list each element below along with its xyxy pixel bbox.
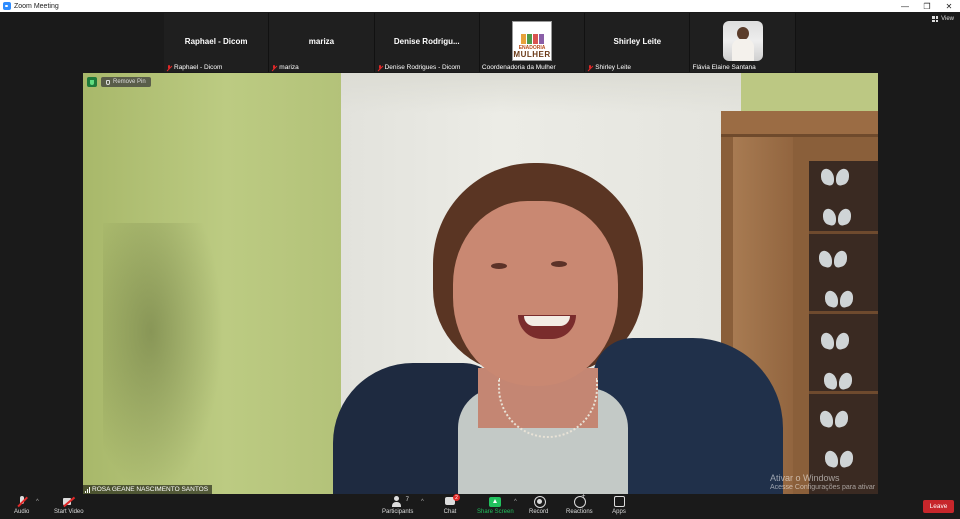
audio-options-caret[interactable]: ^ (36, 499, 39, 505)
record-label: Record (529, 509, 549, 515)
close-button[interactable]: ✕ (938, 0, 960, 12)
share-options-caret[interactable]: ^ (514, 499, 517, 505)
remove-pin-label: Remove Pin (113, 79, 146, 85)
participant-label: Denise Rodrigues - Dicom (377, 64, 461, 71)
shield-icon (87, 77, 97, 87)
participants-button[interactable]: 7 Participants (382, 496, 413, 515)
participant-tile[interactable]: mariza mariza (269, 13, 375, 72)
meeting-toolbar: Audio ^ Start Video 7 Participants ^ 2 C… (0, 493, 960, 519)
participant-label: Shirley Leite (587, 64, 631, 71)
audio-button[interactable]: Audio (14, 496, 29, 515)
share-screen-label: Share Screen (477, 509, 514, 515)
remove-pin-button[interactable]: Remove Pin (101, 77, 151, 87)
participant-tile[interactable]: ENADORIA MULHER Coordenadoria da Mulher (479, 13, 586, 72)
participant-tile[interactable]: Shirley Leite Shirley Leite (585, 13, 691, 72)
participant-name: Flávia Elaine Santana (692, 64, 756, 71)
speaker-name: ROSA GEANE NASCIMENTO SANTOS (92, 486, 209, 493)
camera-off-icon (62, 496, 76, 508)
participant-display-name: Denise Rodrigu... (393, 37, 460, 46)
title-bar: Zoom Meeting — ❐ ✕ (0, 0, 960, 12)
main-video: Remove Pin ROSA GEANE NASCIMENTO SANTOS … (83, 73, 878, 494)
participant-label: mariza (271, 64, 299, 71)
participants-label: Participants (382, 509, 414, 515)
chat-badge: 2 (453, 494, 460, 501)
apps-icon (612, 496, 626, 508)
chat-label: Chat (443, 509, 457, 515)
participant-name: Coordenadoria da Mulher (481, 64, 556, 71)
participant-tile[interactable]: Raphael - Dicom Raphael - Dicom (164, 13, 270, 72)
reactions-icon (572, 493, 587, 508)
participant-label: Coordenadoria da Mulher (482, 64, 556, 71)
participant-display-name: Shirley Leite (613, 37, 662, 46)
view-label: View (941, 16, 954, 22)
mic-muted-icon (587, 64, 593, 71)
participant-display-name: mariza (308, 37, 335, 46)
logo-color-blocks (520, 34, 544, 44)
participant-label: Raphael - Dicom (166, 64, 222, 71)
share-screen-icon (488, 496, 502, 508)
window-title: Zoom Meeting (14, 2, 59, 10)
participant-label: Flávia Elaine Santana (692, 64, 755, 71)
speaker-name-tag: ROSA GEANE NASCIMENTO SANTOS (83, 485, 213, 494)
participant-tile[interactable]: Flávia Elaine Santana (690, 13, 796, 72)
windows-activation-watermark: Ativar o Windows Acesse Configurações pa… (770, 473, 878, 494)
logo-text-bottom: MULHER (513, 50, 551, 59)
maximize-button[interactable]: ❐ (916, 0, 938, 12)
participants-options-caret[interactable]: ^ (421, 499, 424, 505)
leave-button[interactable]: Leave (923, 500, 954, 513)
participant-tile[interactable]: Denise Rodrigu... Denise Rodrigues - Dic… (374, 13, 480, 72)
start-video-label: Start Video (54, 509, 84, 515)
participant-name: Shirley Leite (595, 64, 631, 71)
participant-name: Denise Rodrigues - Dicom (384, 64, 461, 71)
zoom-logo-icon (3, 2, 11, 10)
zoom-meeting-window: Zoom Meeting — ❐ ✕ View Raphael - Dicom … (0, 0, 960, 519)
participants-icon: 7 (391, 496, 409, 508)
mic-muted-icon (15, 496, 29, 508)
participant-display-name: Raphael - Dicom (184, 37, 248, 46)
record-button[interactable]: Record (529, 496, 548, 515)
share-screen-button[interactable]: Share Screen (477, 496, 514, 515)
participant-name: mariza (279, 64, 299, 71)
start-video-button[interactable]: Start Video (54, 496, 84, 515)
audio-label: Audio (14, 509, 30, 515)
reactions-label: Reactions (566, 509, 593, 515)
participant-avatar (722, 21, 763, 61)
participants-count: 7 (405, 497, 410, 503)
signal-strength-icon (85, 486, 90, 493)
mic-muted-icon (271, 64, 277, 71)
pin-icon (106, 79, 110, 85)
pin-controls: Remove Pin (87, 77, 151, 87)
apps-button[interactable]: Apps (612, 496, 626, 515)
chat-button[interactable]: 2 Chat (443, 494, 460, 515)
record-icon (532, 496, 546, 508)
mic-muted-icon (377, 64, 383, 71)
participants-strip: Raphael - Dicom Raphael - Dicom mariza m… (164, 13, 796, 72)
reactions-button[interactable]: Reactions (566, 493, 593, 515)
minimize-button[interactable]: — (894, 0, 916, 12)
watermark-subtitle: Acesse Configurações para ativar o Windo… (770, 484, 876, 491)
watermark-title: Ativar o Windows (770, 473, 840, 483)
mic-muted-icon (166, 64, 172, 71)
apps-label: Apps (612, 509, 626, 515)
grid-view-icon (932, 16, 939, 22)
view-button[interactable]: View (932, 16, 954, 22)
chat-icon: 2 (443, 494, 460, 508)
speaker-figure (313, 163, 783, 494)
participant-name: Raphael - Dicom (174, 64, 223, 71)
coordenadoria-logo: ENADORIA MULHER (512, 21, 553, 61)
